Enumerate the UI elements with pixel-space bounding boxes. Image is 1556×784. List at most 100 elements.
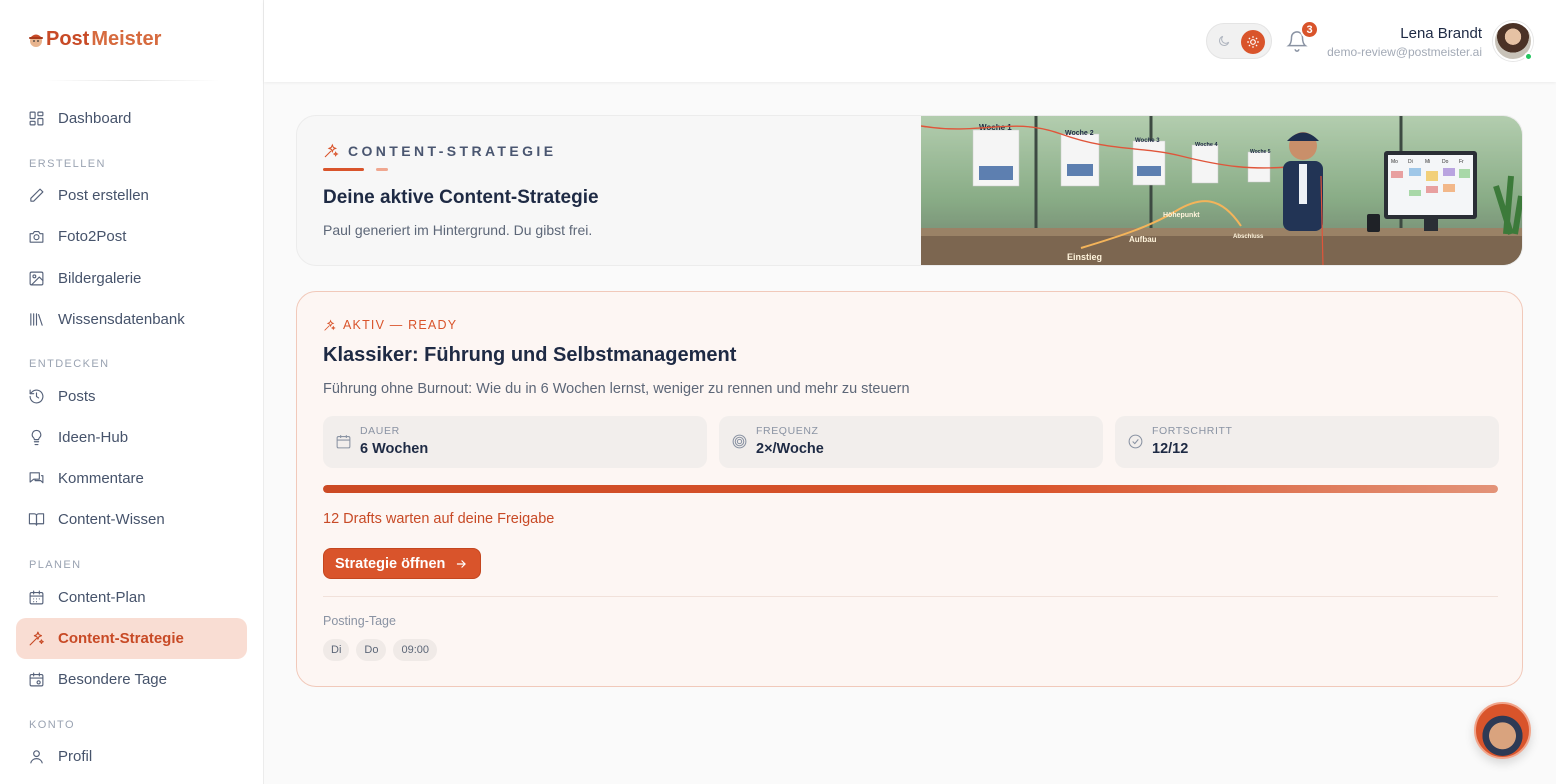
pencil-icon: [30, 188, 44, 202]
stat-label: FREQUENZ: [756, 425, 819, 437]
sidebar-item-kommentare[interactable]: Kommentare: [16, 458, 247, 499]
weekday-label-3: Mi: [1425, 159, 1430, 165]
moon-icon: [1219, 35, 1230, 46]
section-entdecken: ENTDECKEN: [29, 358, 110, 370]
hero-kicker: CONTENT-STRATEGIE: [323, 143, 556, 159]
notification-badge: 3: [1300, 20, 1319, 39]
sidebar-item-label: Content-Plan: [58, 589, 146, 606]
sidebar: Post Meister Dashboard ERSTELLEN Post ers…: [0, 0, 264, 784]
sidebar-item-label: Ideen-Hub: [58, 429, 129, 446]
sidebar-item-dashboard[interactable]: Dashboard: [16, 98, 247, 139]
section-erstellen: ERSTELLEN: [29, 158, 106, 170]
mascot-logo-icon: [29, 34, 43, 47]
sidebar-item-content-strategie[interactable]: Content-Strategie: [16, 618, 247, 659]
sidebar-item-foto2post[interactable]: Foto2Post: [16, 216, 247, 257]
sparkles-icon: [29, 631, 44, 646]
sidebar-item-bildergalerie[interactable]: Bildergalerie: [16, 258, 247, 299]
week-label-2: Woche 2: [1065, 130, 1094, 137]
stat-value: 6 Wochen: [360, 441, 429, 457]
target-icon: [732, 434, 747, 449]
sidebar-item-label: Profil: [58, 748, 93, 765]
stat-value: 12/12: [1152, 441, 1189, 457]
week-label-3: Woche 3: [1135, 138, 1160, 144]
card-divider: [323, 596, 1498, 597]
sparkles-icon: [324, 143, 339, 158]
weekday-label-1: Mo: [1391, 159, 1398, 165]
sparkles-icon: [324, 319, 336, 331]
sidebar-item-content-plan[interactable]: Content-Plan: [16, 577, 247, 618]
logo-divider: [44, 80, 220, 81]
check-circle-icon: [1128, 434, 1143, 449]
assistant-chat-button[interactable]: [1474, 702, 1531, 759]
progress-bar: [323, 485, 1498, 493]
weekday-label-5: Fr: [1459, 159, 1464, 165]
top-bar: 3 Lena Brandt demo-review@postmeister.ai: [264, 0, 1556, 82]
sidebar-item-besondere-tage[interactable]: Besondere Tage: [16, 659, 247, 700]
stat-frequency: FREQUENZ 2×/Woche: [719, 416, 1103, 468]
drafts-message[interactable]: 12 Drafts warten auf deine Freigabe: [323, 511, 554, 527]
sun-icon: [1241, 30, 1265, 54]
stat-value: 2×/Woche: [756, 441, 824, 457]
sidebar-item-label: Content-Wissen: [58, 511, 165, 528]
logo-text-meister: Meister: [91, 28, 162, 50]
hero-kicker-label: CONTENT-STRATEGIE: [348, 143, 557, 159]
history-icon: [29, 389, 44, 404]
strategy-status: AKTIV — READY: [323, 318, 457, 332]
sidebar-item-label: Kommentare: [58, 470, 144, 487]
sidebar-item-posts[interactable]: Posts: [16, 376, 247, 417]
phase-label-4: Abschluss: [1233, 234, 1264, 240]
posting-chip: Do: [356, 639, 387, 661]
sidebar-item-label: Posts: [58, 388, 96, 405]
lightbulb-icon: [31, 429, 42, 446]
user-icon: [30, 750, 43, 764]
week-label-5: Woche 5: [1250, 149, 1271, 155]
hero-title: Deine aktive Content-Strategie: [323, 187, 599, 208]
strategy-hero-card: CONTENT-STRATEGIE Deine aktive Content-S…: [296, 115, 1523, 266]
posting-chip: 09:00: [393, 639, 437, 661]
stat-label: FORTSCHRITT: [1152, 425, 1233, 437]
calendar-icon: [29, 590, 44, 605]
image-icon: [29, 271, 44, 286]
sidebar-item-label: Content-Strategie: [58, 630, 184, 647]
section-planen: PLANEN: [29, 559, 82, 571]
camera-icon: [29, 230, 44, 243]
sidebar-item-ideen-hub[interactable]: Ideen-Hub: [16, 417, 247, 458]
sidebar-item-label: Foto2Post: [58, 228, 127, 245]
weekday-label-4: Do: [1442, 159, 1449, 165]
app-logo[interactable]: Post Meister: [28, 28, 161, 51]
strategy-title: Klassiker: Führung und Selbstmanagement: [323, 344, 737, 366]
sidebar-item-label: Wissensdatenbank: [58, 311, 185, 328]
hero-illustration: Woche 1 Woche 2 Woche 3 Woche 4 Woche 5 …: [921, 116, 1522, 265]
sidebar-item-label: Bildergalerie: [58, 270, 142, 287]
posting-chip: Di: [323, 639, 350, 661]
calendar-icon: [336, 435, 351, 449]
theme-toggle[interactable]: [1206, 23, 1272, 59]
strategy-status-label: AKTIV — READY: [343, 318, 458, 332]
posting-days-label: Posting-Tage: [323, 614, 396, 628]
active-strategy-card: AKTIV — READY Klassiker: Führung und Sel…: [296, 291, 1523, 687]
sidebar-item-label: Dashboard: [58, 110, 132, 127]
phase-label-1: Einstieg: [1067, 252, 1102, 262]
user-name[interactable]: Lena Brandt: [1400, 25, 1482, 42]
section-konto: KONTO: [29, 719, 75, 731]
progress-fill: [323, 485, 1498, 493]
book-open-icon: [28, 513, 45, 526]
week-label-4: Woche 4: [1195, 142, 1218, 148]
logo-text-post: Post: [46, 28, 90, 50]
stat-progress: FORTSCHRITT 12/12: [1115, 416, 1499, 468]
sidebar-item-label: Besondere Tage: [58, 671, 167, 688]
sidebar-item-wissensdatenbank[interactable]: Wissensdatenbank: [16, 299, 247, 340]
hero-subtitle: Paul generiert im Hintergrund. Du gibst …: [323, 222, 593, 238]
library-icon: [30, 313, 43, 326]
user-email: demo-review@postmeister.ai: [1327, 45, 1482, 59]
weekday-label-2: Di: [1408, 159, 1413, 165]
open-strategy-button[interactable]: Strategie öffnen: [323, 548, 482, 579]
online-status-indicator: [1524, 52, 1533, 61]
hero-accent-dot: [376, 168, 388, 171]
phase-label-2: Aufbau: [1129, 235, 1157, 244]
sidebar-item-profil[interactable]: Profil: [16, 736, 247, 777]
sidebar-item-content-wissen[interactable]: Content-Wissen: [16, 499, 247, 540]
sidebar-item-post-erstellen[interactable]: Post erstellen: [16, 175, 247, 216]
calendar-star-icon: [29, 672, 44, 687]
posting-chips: Di Do 09:00: [323, 639, 437, 661]
